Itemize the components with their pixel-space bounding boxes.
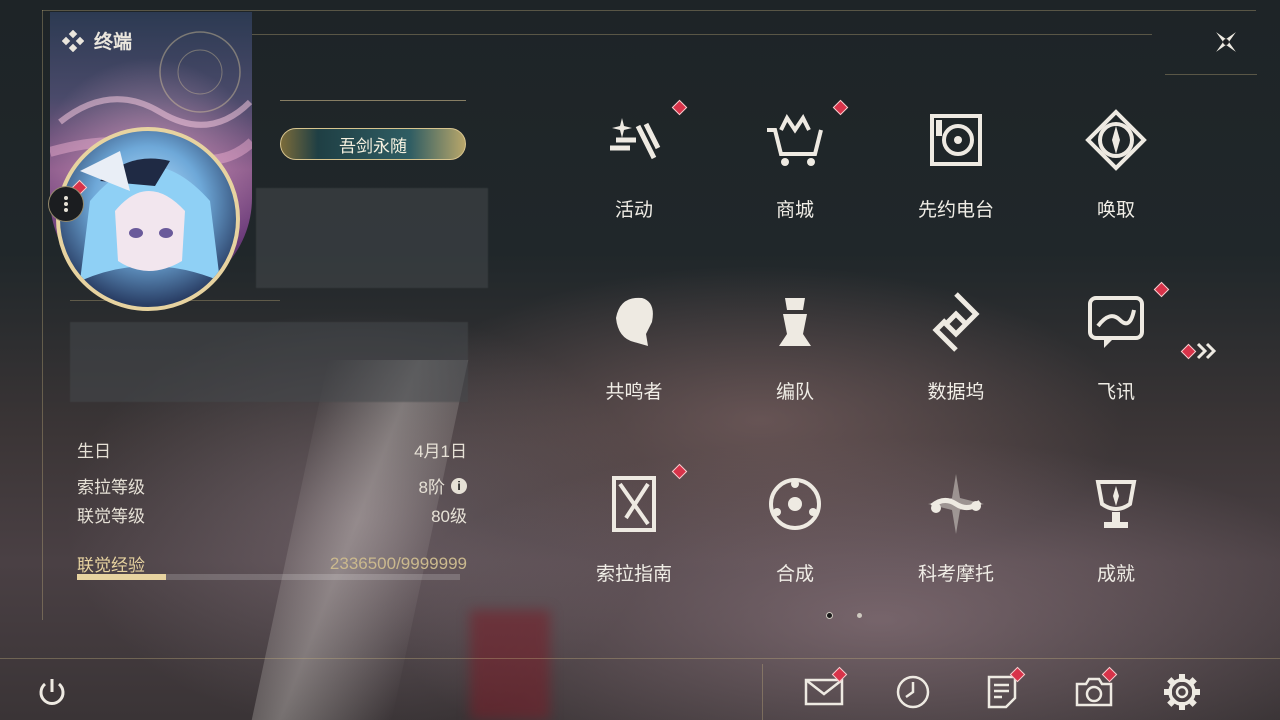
- menu-item-guidebook[interactable]: 索拉指南: [554, 459, 714, 629]
- more-vertical-icon: [64, 196, 68, 212]
- union-level-label: 联觉等级: [77, 507, 145, 526]
- menu-item-synthesis[interactable]: 合成: [715, 459, 875, 629]
- close-x-icon: [1216, 32, 1236, 52]
- menu-item-label: 索拉指南: [595, 564, 672, 585]
- menu-item-team[interactable]: 编队: [715, 277, 875, 447]
- menu-item-convene[interactable]: 唤取: [1036, 95, 1196, 265]
- page-indicator: [826, 612, 862, 619]
- frame-inner-right-line: [1165, 74, 1257, 75]
- menu-item-label: 编队: [775, 382, 814, 403]
- profile-menu-button[interactable]: [48, 186, 84, 222]
- menu-item-badge: [1153, 281, 1170, 298]
- menu-item-label: 活动: [614, 200, 653, 221]
- data-bank-icon: [932, 292, 980, 352]
- menu-item-label: 成就: [1096, 564, 1135, 585]
- avatar-portrait: [80, 151, 220, 281]
- menu-item-label: 科考摩托: [917, 564, 994, 585]
- mail-button[interactable]: [804, 666, 848, 712]
- frame-top-line: [42, 10, 1256, 11]
- menu-item-label: 共鸣者: [605, 382, 663, 403]
- exp-label: 联觉经验: [77, 556, 145, 575]
- settings-button[interactable]: [1162, 672, 1202, 712]
- birthday-row: 生日 4月1日: [77, 437, 467, 462]
- menu-item-achievement[interactable]: 成就: [1036, 459, 1196, 629]
- power-icon: [39, 679, 65, 705]
- next-page-button[interactable]: [1180, 338, 1224, 364]
- notes-button[interactable]: [982, 666, 1026, 712]
- achievement-icon: [1095, 480, 1137, 528]
- messenger-icon: [1088, 296, 1144, 348]
- union-level-row: 联觉等级 80级: [77, 502, 467, 527]
- menu-item-label: 先约电台: [917, 200, 994, 221]
- motorbike-icon: [928, 474, 984, 534]
- blurred-signature-area: [70, 322, 468, 402]
- exp-row: 联觉经验 2336500/9999999: [77, 551, 467, 576]
- menu-item-radio[interactable]: 先约电台: [876, 95, 1036, 265]
- page-dot-2[interactable]: [857, 613, 862, 618]
- avatar[interactable]: [56, 127, 240, 311]
- menu-item-label: 飞讯: [1096, 382, 1135, 403]
- close-button[interactable]: [1208, 24, 1244, 60]
- menu-item-messenger[interactable]: 飞讯: [1036, 277, 1196, 447]
- exp-progress-bar: [77, 574, 460, 580]
- menu-item-resonator[interactable]: 共鸣者: [554, 277, 714, 447]
- terminal-diamond-icon: [62, 29, 84, 52]
- page-title: 终端: [94, 32, 133, 53]
- frame-profile-line: [280, 100, 466, 101]
- blurred-name-area: [256, 188, 488, 288]
- menu-item-data-bank[interactable]: 数据坞: [876, 277, 1036, 447]
- double-chevron-right-icon: [1196, 342, 1217, 360]
- union-level-value: 80级: [431, 507, 467, 526]
- radio-icon: [930, 114, 982, 166]
- exp-value: 2336500/9999999: [329, 553, 467, 573]
- guidebook-icon: [612, 476, 656, 532]
- menu-item-badge: [832, 99, 849, 116]
- team-icon: [779, 298, 811, 346]
- info-icon[interactable]: i: [451, 477, 467, 494]
- sola-level-value: 8阶: [418, 478, 445, 497]
- clock-button[interactable]: [893, 672, 933, 712]
- menu-item-badge: [671, 463, 688, 480]
- birthday-value: 4月1日: [414, 442, 467, 461]
- menu-item-label: 唤取: [1096, 200, 1135, 221]
- menu-item-motorbike[interactable]: 科考摩托: [876, 459, 1036, 629]
- title-plate[interactable]: 吾剑永随: [280, 128, 466, 160]
- frame-inner-top-line: [252, 34, 1152, 35]
- sola-level-row: 索拉等级 8阶 i: [77, 473, 467, 498]
- sola-level-label: 索拉等级: [77, 478, 145, 497]
- events-icon: [610, 118, 661, 160]
- gear-icon: [1164, 674, 1200, 710]
- menu-item-badge: [671, 99, 688, 116]
- menu-item-events[interactable]: 活动: [554, 95, 714, 265]
- menu-item-shop[interactable]: 商城: [715, 95, 875, 265]
- power-button[interactable]: [32, 672, 72, 712]
- frame-left-line: [42, 10, 43, 620]
- camera-button[interactable]: [1074, 666, 1118, 712]
- header: 终端: [62, 27, 132, 54]
- menu-item-label: 商城: [775, 200, 814, 221]
- menu-item-label: 数据坞: [927, 382, 985, 403]
- title-plate-text: 吾剑永随: [339, 136, 407, 156]
- exp-progress-fill: [77, 574, 167, 580]
- convene-icon: [1085, 109, 1147, 171]
- menu-item-label: 合成: [775, 564, 814, 585]
- resonator-icon: [616, 297, 653, 346]
- clock-icon: [896, 675, 930, 709]
- shop-icon: [767, 114, 823, 166]
- birthday-label: 生日: [77, 442, 111, 461]
- synthesis-icon: [769, 478, 821, 530]
- page-dot-1[interactable]: [826, 612, 833, 619]
